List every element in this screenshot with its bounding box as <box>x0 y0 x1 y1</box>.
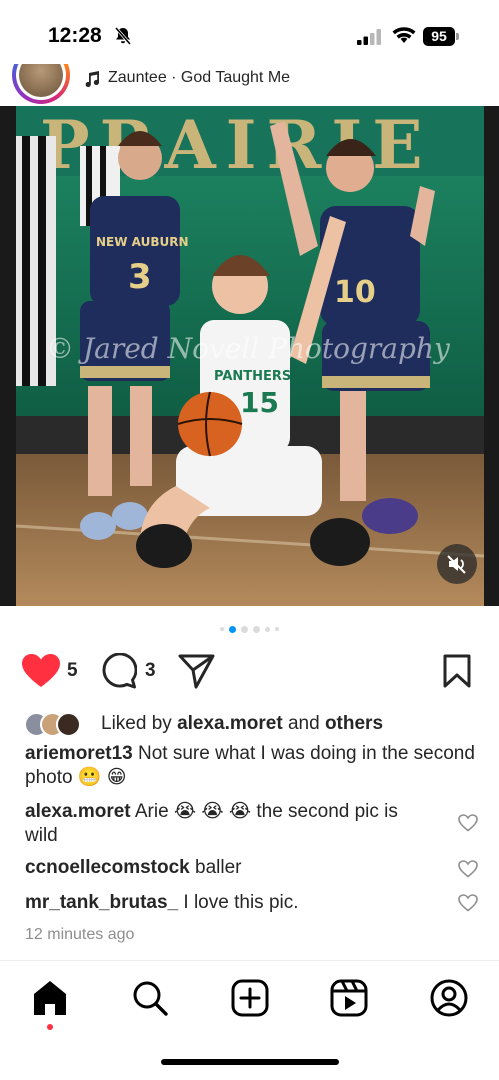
home-icon[interactable] <box>31 979 69 1017</box>
player-left-number: 3 <box>128 257 152 297</box>
share-icon[interactable] <box>178 653 216 689</box>
player-front-number: 15 <box>240 386 279 419</box>
battery-indicator: 95 <box>423 27 455 46</box>
comment-text: baller <box>195 857 242 878</box>
comment-like-icon[interactable] <box>458 814 478 832</box>
liked-by-row[interactable]: Liked by alexa.moret and others <box>24 712 494 738</box>
comment-username[interactable]: ccnoellecomstock <box>25 857 190 878</box>
liker-avatar <box>56 712 81 737</box>
post-actions: 5 3 <box>0 648 499 694</box>
story-ring[interactable] <box>12 64 70 104</box>
like-count[interactable]: 5 <box>67 660 78 682</box>
bookmark-icon[interactable] <box>442 654 472 688</box>
basketball-photo-image: PRAIRIE NEW AUBURN 3 10 PANTHERS 15 © Ja… <box>0 106 499 606</box>
avatar <box>19 64 63 97</box>
mute-button[interactable] <box>437 544 477 584</box>
player-right-number: 10 <box>334 275 376 310</box>
status-bar: 12:28 95 <box>0 0 499 64</box>
wifi-icon <box>392 27 416 43</box>
reels-icon[interactable] <box>330 979 368 1017</box>
comment-like-icon[interactable] <box>458 894 478 912</box>
comment-icon[interactable] <box>101 653 137 689</box>
caption-username[interactable]: ariemoret13 <box>25 743 133 764</box>
photo-watermark: © Jared Novell Photography <box>46 332 451 365</box>
comment-item: ccnoellecomstock baller <box>25 856 435 880</box>
music-label[interactable]: Zauntee · God Taught Me <box>108 69 290 87</box>
signal-icon <box>357 29 381 45</box>
post-photo[interactable]: PRAIRIE NEW AUBURN 3 10 PANTHERS 15 © Ja… <box>0 106 499 606</box>
post-caption: ariemoret13 Not sure what I was doing in… <box>25 742 480 790</box>
comment-username[interactable]: alexa.moret <box>25 801 131 822</box>
liked-by-others[interactable]: others <box>325 713 383 734</box>
liked-by-text: Liked by alexa.moret and others <box>101 713 384 734</box>
comment-text: I love this pic. <box>183 892 299 913</box>
carousel-dot <box>265 626 270 632</box>
nav-divider <box>0 960 499 961</box>
comment-item: mr_tank_brutas_ I love this pic. <box>25 891 435 915</box>
carousel-dot <box>253 625 260 633</box>
post-header: Zauntee · God Taught Me <box>0 64 499 104</box>
home-notification-dot <box>47 1024 53 1030</box>
comment-item: alexa.moret Arie 😭 😭 😭 the second pic is… <box>25 800 435 848</box>
battery-tip <box>456 33 459 40</box>
bell-muted-icon <box>114 27 132 45</box>
search-icon[interactable] <box>131 979 169 1017</box>
carousel-dot-active <box>229 625 236 633</box>
heart-filled-icon[interactable] <box>22 654 60 688</box>
carousel-dot <box>241 625 248 633</box>
create-post-icon[interactable] <box>231 979 269 1017</box>
liked-by-user[interactable]: alexa.moret <box>177 713 283 734</box>
carousel-dot <box>220 627 224 631</box>
profile-icon[interactable] <box>430 979 468 1017</box>
comment-username[interactable]: mr_tank_brutas_ <box>25 892 178 913</box>
home-indicator[interactable] <box>161 1059 339 1065</box>
carousel-dot <box>275 627 279 631</box>
post-timestamp: 12 minutes ago <box>25 926 135 943</box>
player-left-team: NEW AUBURN <box>96 235 189 249</box>
speaker-muted-icon <box>447 555 466 574</box>
music-note-icon <box>85 71 99 88</box>
carousel-dots <box>0 624 499 634</box>
player-front-team: PANTHERS <box>214 369 291 384</box>
comment-count[interactable]: 3 <box>145 660 156 682</box>
status-time: 12:28 <box>48 24 102 47</box>
comment-like-icon[interactable] <box>458 860 478 878</box>
